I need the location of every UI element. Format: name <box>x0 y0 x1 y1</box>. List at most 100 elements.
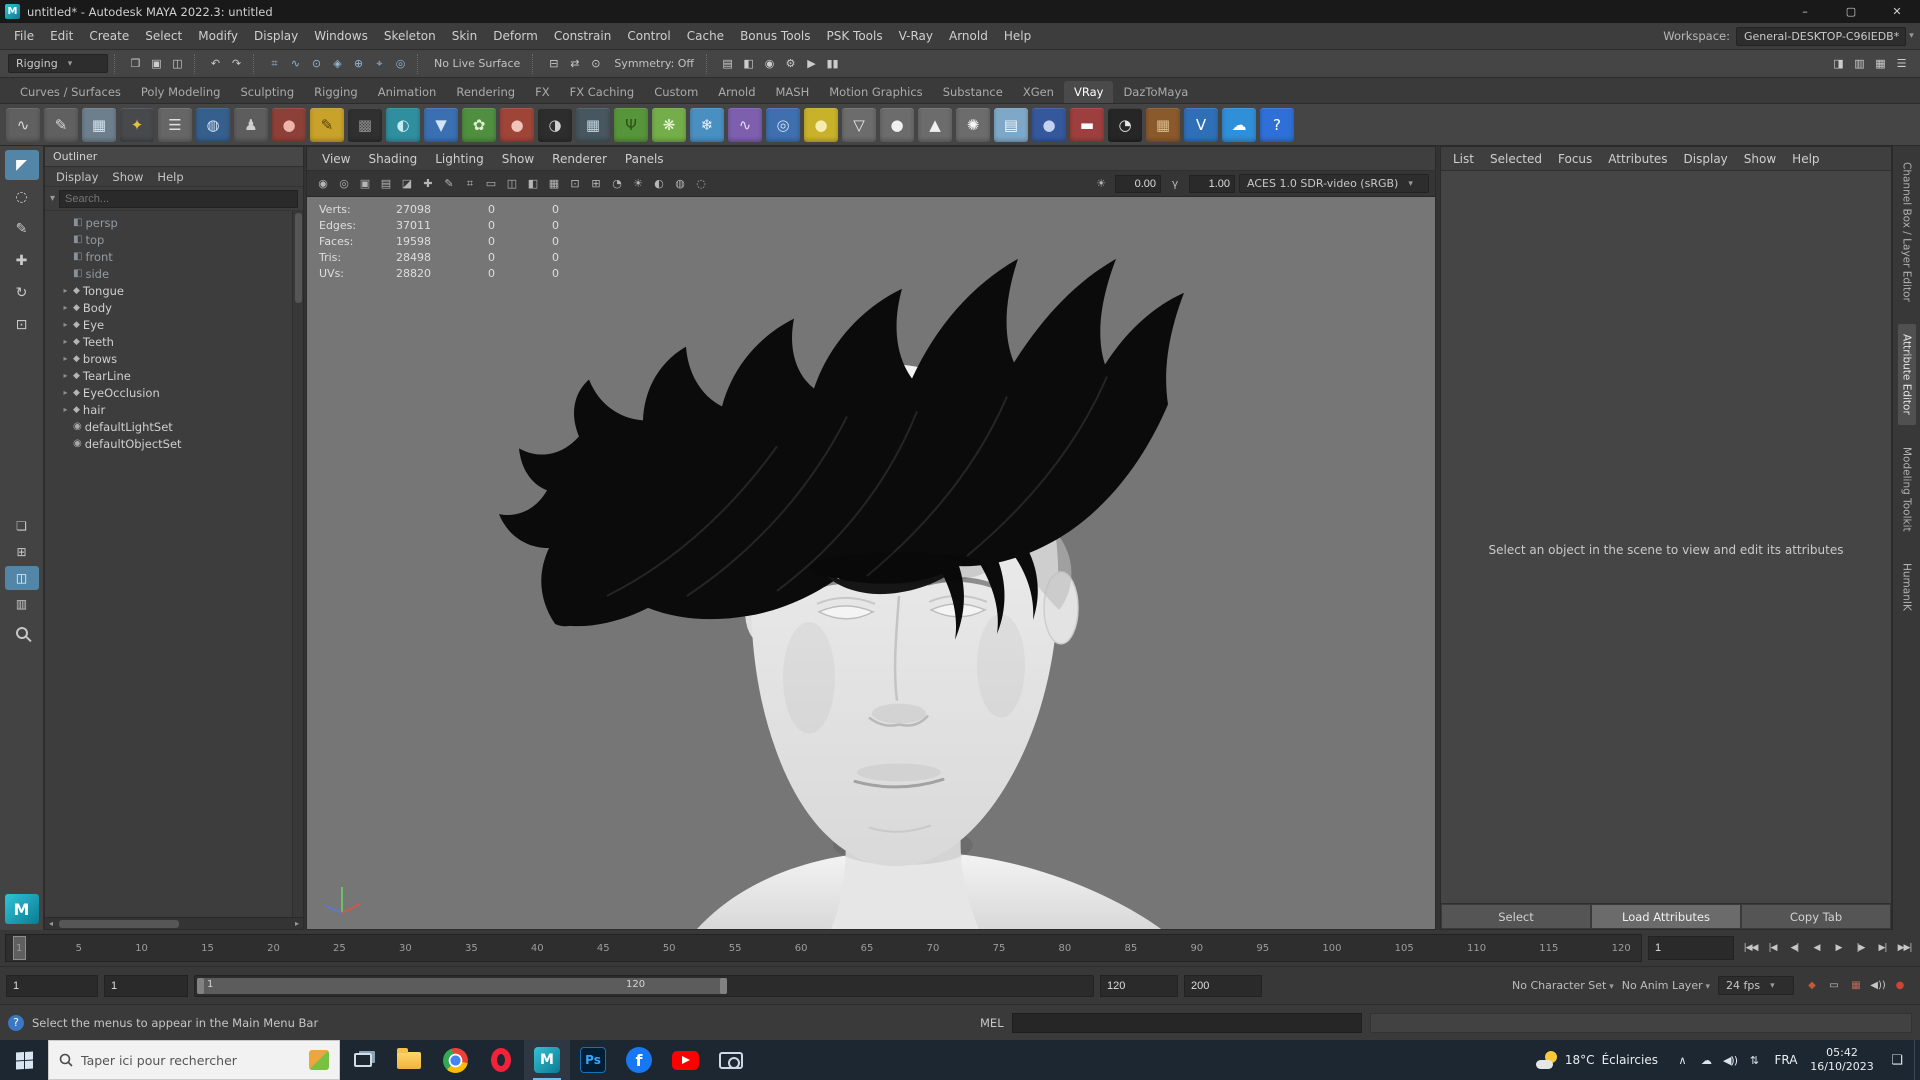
four-pane-layout-button[interactable]: ⊞ <box>5 540 39 564</box>
render-settings-icon[interactable]: ⚙ <box>780 53 801 74</box>
close-button[interactable]: ✕ <box>1874 0 1920 23</box>
facebook-icon[interactable]: f <box>616 1040 662 1080</box>
viewport-resolution-gate-icon[interactable]: ◫ <box>502 174 522 194</box>
sidebar-tab[interactable]: Attribute Editor <box>1897 323 1916 425</box>
sidebar-outliner-toggle-icon[interactable]: ☰ <box>1891 53 1912 74</box>
light-burst-icon[interactable]: ✺ <box>956 107 990 142</box>
menu-item[interactable]: Bonus Tools <box>732 23 818 49</box>
viewport-menu-item[interactable]: Shading <box>359 152 426 166</box>
symmetry-indicator[interactable]: Symmetry: Off <box>608 57 700 70</box>
outliner-item[interactable]: ◧ top <box>45 231 303 248</box>
file-explorer-icon[interactable] <box>386 1040 432 1080</box>
viewport-menu-item[interactable]: Show <box>493 152 543 166</box>
scale-tool[interactable]: ⊡ <box>5 310 39 340</box>
sidebar-tab[interactable]: Channel Box / Layer Editor <box>1898 152 1916 312</box>
pause-icon[interactable]: ▮▮ <box>822 53 843 74</box>
cone-icon[interactable]: ▲ <box>918 107 952 142</box>
menu-item[interactable]: Control <box>619 23 678 49</box>
fluid-drop-icon[interactable]: ▼ <box>424 107 458 142</box>
menu-item[interactable]: Edit <box>42 23 81 49</box>
open-render-view-icon[interactable]: ▤ <box>717 53 738 74</box>
help-shelf-icon[interactable]: ? <box>1260 107 1294 142</box>
shelf-tab[interactable]: Poly Modeling <box>131 81 231 103</box>
viewport-shadows-icon[interactable]: ◐ <box>649 174 669 194</box>
outliner-item[interactable]: ▸ ◆ Body <box>45 299 303 316</box>
viewport-menu-item[interactable]: Panels <box>616 152 673 166</box>
viewport-motion-blur-icon[interactable]: ◌ <box>691 174 711 194</box>
shelf-tab[interactable]: DazToMaya <box>1113 81 1198 103</box>
checker-cube-icon[interactable]: ▦ <box>576 107 610 142</box>
shelf-tab[interactable]: VRay <box>1063 81 1114 103</box>
outliner-item[interactable]: ▸ ◆ hair <box>45 401 303 418</box>
cv-curve-tool-icon[interactable]: ∿ <box>6 107 40 142</box>
texture-checker-icon[interactable]: ▩ <box>348 107 382 142</box>
shelf-tab[interactable]: Rigging <box>304 81 368 103</box>
exposure-icon[interactable]: ☀ <box>1091 174 1111 194</box>
volume-icon[interactable]: ◀)) <box>1718 1040 1742 1080</box>
viewport-menu-item[interactable]: View <box>313 152 359 166</box>
paint-select-tool[interactable]: ✎ <box>5 214 39 244</box>
animation-end-field[interactable] <box>1184 974 1262 997</box>
attribute-editor-menu-item[interactable]: Focus <box>1550 152 1600 166</box>
undo-icon[interactable]: ↶ <box>205 53 226 74</box>
shelf-tab[interactable]: Arnold <box>708 81 765 103</box>
start-button[interactable] <box>0 1040 48 1080</box>
vray-shelf-icon[interactable]: V <box>1184 107 1218 142</box>
shelf-tab[interactable]: Custom <box>644 81 708 103</box>
viewport-safe-title-icon[interactable]: ⊞ <box>586 174 606 194</box>
sky-gradient-icon[interactable]: ▤ <box>994 107 1028 142</box>
minimize-button[interactable]: – <box>1782 0 1828 23</box>
viewport-camera-attributes-icon[interactable]: ▣ <box>355 174 375 194</box>
playblast-icon[interactable]: ▶ <box>801 53 822 74</box>
weather-widget[interactable]: 18°C Éclaircies <box>1526 1040 1668 1080</box>
taskbar-clock[interactable]: 05:42 16/10/2023 <box>1804 1046 1880 1075</box>
shelf-tab[interactable]: Motion Graphics <box>819 81 932 103</box>
mel-label[interactable]: MEL <box>980 1016 1004 1030</box>
new-scene-icon[interactable]: ❐ <box>125 53 146 74</box>
menu-set-dropdown[interactable]: Rigging <box>8 54 108 73</box>
play-backwards-button[interactable]: ◀ <box>1806 936 1827 960</box>
menu-item[interactable]: V-Ray <box>891 23 941 49</box>
pane-outliner-layout-button[interactable]: ◫ <box>4 566 39 590</box>
menu-item[interactable]: Skeleton <box>376 23 444 49</box>
gamma-icon[interactable]: γ <box>1165 174 1185 194</box>
opera-icon[interactable] <box>478 1040 524 1080</box>
outliner-menu-item[interactable]: Help <box>150 170 190 184</box>
make-live-icon[interactable]: ⊕ <box>348 53 369 74</box>
red-shader-ball-icon[interactable]: ● <box>272 107 306 142</box>
checker-ball-icon[interactable]: ◔ <box>1108 107 1142 142</box>
outliner-item[interactable]: ◉ defaultLightSet <box>45 418 303 435</box>
step-forward-key-button[interactable]: |▶ <box>1850 936 1871 960</box>
animation-start-field[interactable] <box>6 974 98 997</box>
sidebar-tool-settings-toggle-icon[interactable]: ▥ <box>1849 53 1870 74</box>
grass-brush-icon[interactable]: Ψ <box>614 107 648 142</box>
menu-item[interactable]: PSK Tools <box>819 23 891 49</box>
shelf-tab[interactable]: XGen <box>1013 81 1064 103</box>
outliner-item[interactable]: ◉ defaultObjectSet <box>45 435 303 452</box>
anim-layer-dropdown[interactable]: No Anim Layer <box>1622 979 1710 992</box>
viewport-canvas[interactable]: Verts: 27098 0 0 Edges: 37011 0 0 Faces:… <box>307 197 1435 929</box>
construction-history-icon[interactable]: ⇄ <box>564 53 585 74</box>
outliner-item[interactable]: ▸ ◆ TearLine <box>45 367 303 384</box>
viewport-lighting-icon[interactable]: ☀ <box>628 174 648 194</box>
screenshot-tool-icon[interactable] <box>708 1040 754 1080</box>
mute-button[interactable]: ◀)) <box>1868 976 1888 996</box>
character-set-dropdown[interactable]: No Character Set <box>1512 979 1614 992</box>
task-view-button[interactable] <box>340 1040 386 1080</box>
graph-editor-icon[interactable]: ▦ <box>82 107 116 142</box>
attribute-editor-menu-item[interactable]: Show <box>1736 152 1784 166</box>
foliage-brush-icon[interactable]: ❋ <box>652 107 686 142</box>
view-transform-dropdown[interactable]: ACES 1.0 SDR-video (sRGB) <box>1239 174 1429 193</box>
sidebar-tab[interactable]: Modeling Toolkit <box>1898 437 1916 542</box>
hypershade-layout-button[interactable]: ▥ <box>5 592 39 616</box>
attribute-editor-menu-item[interactable]: Help <box>1784 152 1827 166</box>
tray-chevron-up-icon[interactable]: ∧ <box>1670 1040 1694 1080</box>
noise-curve-icon[interactable]: ∿ <box>728 107 762 142</box>
shelf-tab[interactable]: Sculpting <box>230 81 304 103</box>
sidebar-channel-box-toggle-icon[interactable]: ▦ <box>1870 53 1891 74</box>
viewport-grease-pencil-icon[interactable]: ✎ <box>439 174 459 194</box>
menu-item[interactable]: Display <box>246 23 306 49</box>
snap-to-projected-center-icon[interactable]: ◈ <box>327 53 348 74</box>
ice-brush-icon[interactable]: ❄ <box>690 107 724 142</box>
viewport-2d-pan-zoom-icon[interactable]: ✚ <box>418 174 438 194</box>
